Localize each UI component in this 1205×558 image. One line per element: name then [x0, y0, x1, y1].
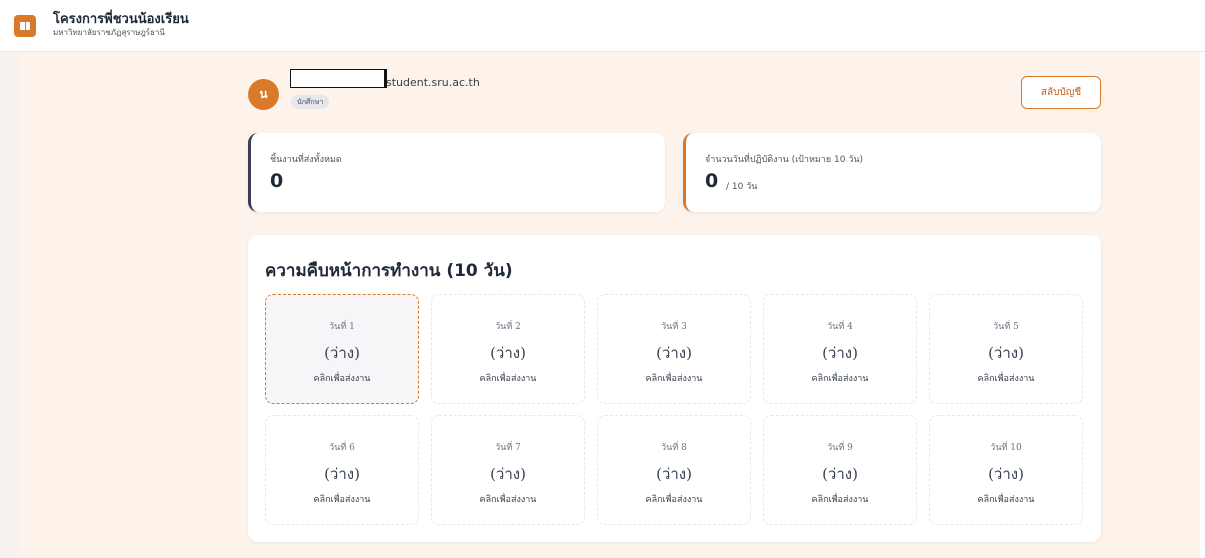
book-icon [14, 14, 36, 37]
day-slot-2[interactable]: วันที่ 2 (ว่าง) คลิกเพื่อส่งงาน [431, 294, 585, 404]
user-email: student.sru.ac.th [386, 76, 480, 89]
redacted-username [290, 69, 387, 88]
day-status: (ว่าง) [822, 344, 858, 362]
day-action: คลิกเพื่อส่งงาน [313, 495, 371, 505]
day-action: คลิกเพื่อส่งงาน [977, 374, 1035, 384]
day-label: วันที่ 2 [495, 322, 521, 332]
app-subtitle: มหาวิทยาลัยราชภัฏสุราษฎร์ธานี [53, 28, 165, 38]
day-slot-9[interactable]: วันที่ 9 (ว่าง) คลิกเพื่อส่งงาน [763, 415, 917, 525]
day-label: วันที่ 7 [495, 443, 521, 453]
day-action: คลิกเพื่อส่งงาน [977, 495, 1035, 505]
day-status: (ว่าง) [988, 344, 1024, 362]
day-slot-8[interactable]: วันที่ 8 (ว่าง) คลิกเพื่อส่งงาน [597, 415, 751, 525]
work-days-card: จำนวนวันที่ปฏิบัติงาน (เป้าหมาย 10 วัน) … [683, 133, 1101, 212]
day-label: วันที่ 1 [329, 322, 355, 332]
day-status: (ว่าง) [988, 465, 1024, 483]
day-label: วันที่ 4 [827, 322, 853, 332]
main-content: น student.sru.ac.th นักศึกษา สลับบัญชี ช… [20, 52, 1205, 558]
total-submissions-card: ชิ้นงานที่ส่งทั้งหมด 0 [248, 133, 665, 212]
day-label: วันที่ 6 [329, 443, 355, 453]
day-action: คลิกเพื่อส่งงาน [313, 374, 371, 384]
day-action: คลิกเพื่อส่งงาน [811, 495, 869, 505]
day-slot-7[interactable]: วันที่ 7 (ว่าง) คลิกเพื่อส่งงาน [431, 415, 585, 525]
switch-account-button[interactable]: สลับบัญชี [1021, 76, 1101, 109]
total-submissions-value: 0 [270, 170, 284, 192]
work-days-unit: / 10 วัน [726, 182, 758, 192]
brand: โครงการพี่ชวนน้องเรียน มหาวิทยาลัยราชภัฏ… [53, 12, 189, 38]
progress-title: ความคืบหน้าการทำงาน (10 วัน) [265, 261, 513, 281]
day-status: (ว่าง) [656, 344, 692, 362]
day-action: คลิกเพื่อส่งงาน [811, 374, 869, 384]
day-slot-5[interactable]: วันที่ 5 (ว่าง) คลิกเพื่อส่งงาน [929, 294, 1083, 404]
day-action: คลิกเพื่อส่งงาน [645, 374, 703, 384]
app-title: โครงการพี่ชวนน้องเรียน [53, 12, 189, 28]
top-bar: โครงการพี่ชวนน้องเรียน มหาวิทยาลัยราชภัฏ… [0, 0, 1205, 52]
day-action: คลิกเพื่อส่งงาน [645, 495, 703, 505]
day-status: (ว่าง) [490, 465, 526, 483]
day-status: (ว่าง) [324, 465, 360, 483]
day-slot-6[interactable]: วันที่ 6 (ว่าง) คลิกเพื่อส่งงาน [265, 415, 419, 525]
day-status: (ว่าง) [490, 344, 526, 362]
total-submissions-label: ชิ้นงานที่ส่งทั้งหมด [270, 155, 342, 165]
day-label: วันที่ 8 [661, 443, 687, 453]
role-badge: นักศึกษา [291, 95, 330, 109]
day-slot-10[interactable]: วันที่ 10 (ว่าง) คลิกเพื่อส่งงาน [929, 415, 1083, 525]
day-action: คลิกเพื่อส่งงาน [479, 495, 537, 505]
work-days-label: จำนวนวันที่ปฏิบัติงาน (เป้าหมาย 10 วัน) [705, 155, 864, 165]
day-slot-4[interactable]: วันที่ 4 (ว่าง) คลิกเพื่อส่งงาน [763, 294, 917, 404]
day-label: วันที่ 10 [990, 443, 1022, 453]
day-label: วันที่ 5 [993, 322, 1019, 332]
day-status: (ว่าง) [656, 465, 692, 483]
day-slot-1[interactable]: วันที่ 1 (ว่าง) คลิกเพื่อส่งงาน [265, 294, 419, 404]
left-strip [0, 52, 20, 558]
avatar: น [248, 79, 279, 110]
day-label: วันที่ 3 [661, 322, 687, 332]
day-status: (ว่าง) [822, 465, 858, 483]
day-label: วันที่ 9 [827, 443, 853, 453]
day-slot-3[interactable]: วันที่ 3 (ว่าง) คลิกเพื่อส่งงาน [597, 294, 751, 404]
right-edge [1200, 52, 1205, 558]
day-action: คลิกเพื่อส่งงาน [479, 374, 537, 384]
progress-card: ความคืบหน้าการทำงาน (10 วัน) วันที่ 1 (ว… [248, 235, 1101, 542]
work-days-value: 0 [705, 170, 719, 192]
day-status: (ว่าง) [324, 344, 360, 362]
